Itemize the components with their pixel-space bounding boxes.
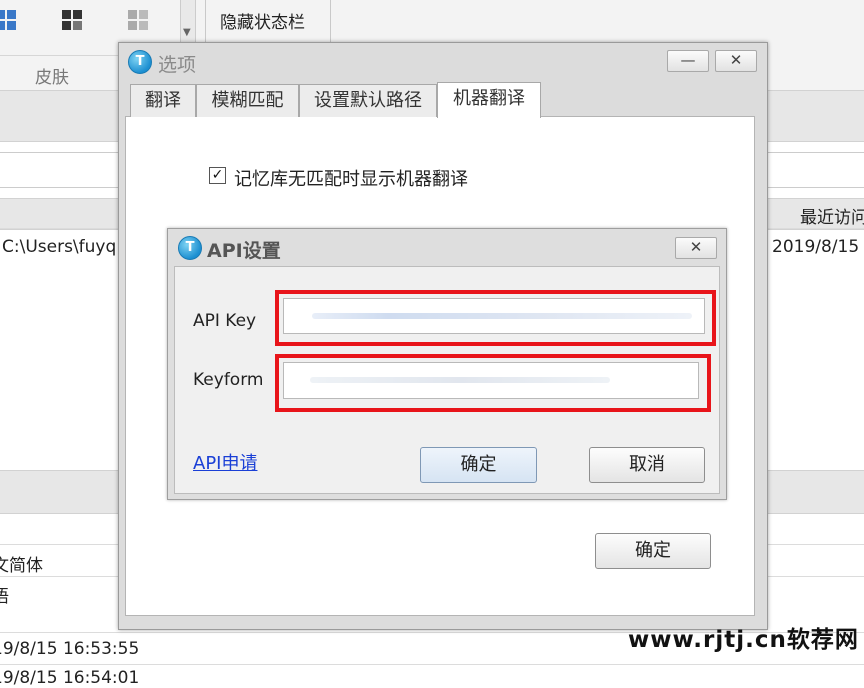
api-ok-button[interactable]: 确定 xyxy=(420,447,537,483)
api-close-button[interactable]: ✕ xyxy=(675,237,717,259)
machine-translation-checkbox[interactable]: ✓ xyxy=(209,167,226,184)
masked-value xyxy=(312,313,692,319)
api-apply-link[interactable]: API申请 xyxy=(193,449,257,475)
close-icon: ✕ xyxy=(729,51,743,69)
skin-group-label: 皮肤 xyxy=(35,68,69,88)
timestamp: 19/8/15 16:54:01 xyxy=(0,668,140,688)
ribbon-layout-gray-icon[interactable] xyxy=(128,10,150,32)
api-dialog-title: API设置 xyxy=(207,240,281,262)
keyform-label: Keyform xyxy=(193,370,264,390)
masked-value xyxy=(310,377,610,383)
tab-machine-translation[interactable]: 机器翻译 xyxy=(437,82,541,118)
row-divider xyxy=(0,664,864,665)
tab-fuzzy-match[interactable]: 模糊匹配 xyxy=(196,84,299,117)
ribbon-divider xyxy=(330,0,331,44)
app-logo-icon: T xyxy=(178,236,202,260)
app-logo-icon: T xyxy=(128,50,152,74)
watermark: www.rjtj.cn软荐网 xyxy=(628,627,859,653)
ribbon-scroll[interactable]: ▼ xyxy=(180,0,196,48)
language-row: 语 xyxy=(0,587,9,607)
ribbon-layout-icon[interactable] xyxy=(62,10,84,32)
api-key-input[interactable] xyxy=(283,298,705,334)
ribbon-grid-icon[interactable] xyxy=(0,10,18,32)
options-dialog-title: 选项 xyxy=(158,54,197,76)
minimize-button[interactable]: — xyxy=(667,50,709,72)
api-key-label: API Key xyxy=(193,311,257,331)
tab-translation[interactable]: 翻译 xyxy=(130,84,196,117)
recent-access-value: 2019/8/15 xyxy=(772,237,860,257)
hide-status-bar-button[interactable]: 隐藏状态栏 xyxy=(220,8,305,33)
close-icon: ✕ xyxy=(689,238,703,256)
check-icon: ✓ xyxy=(211,167,224,183)
chevron-down-icon: ▼ xyxy=(183,27,191,38)
options-ok-button[interactable]: 确定 xyxy=(595,533,711,569)
recent-access-header[interactable]: 最近访问 xyxy=(800,203,864,228)
language-row: 文简体 xyxy=(0,556,43,576)
timestamp: 19/8/15 16:53:55 xyxy=(0,639,140,659)
minimize-icon: — xyxy=(680,51,696,69)
api-cancel-button[interactable]: 取消 xyxy=(589,447,705,483)
path-cell[interactable]: C:\Users\fuyq xyxy=(2,237,116,257)
keyform-input[interactable] xyxy=(283,362,699,399)
close-button[interactable]: ✕ xyxy=(715,50,757,72)
machine-translation-checkbox-label[interactable]: 记忆库无匹配时显示机器翻译 xyxy=(234,165,468,191)
tab-default-path[interactable]: 设置默认路径 xyxy=(299,84,437,117)
